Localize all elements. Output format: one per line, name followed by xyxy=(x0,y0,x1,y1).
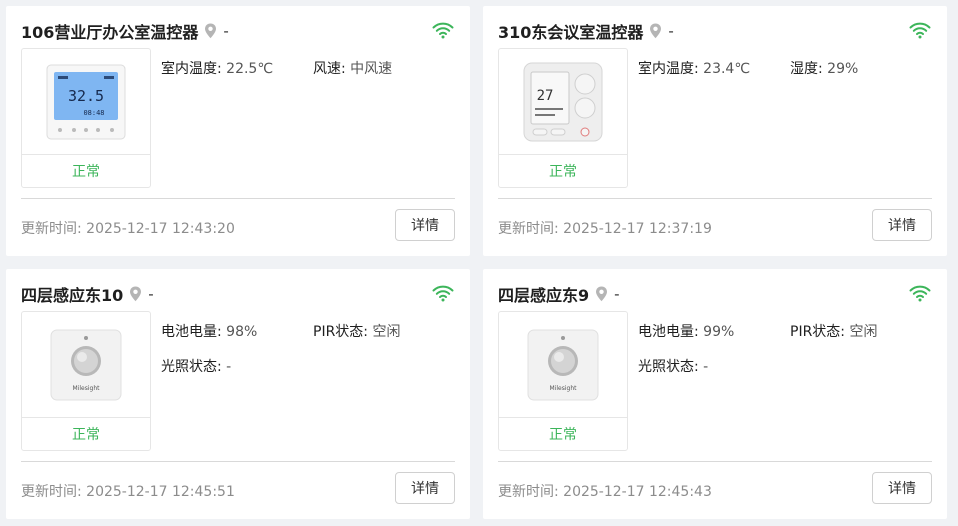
device-status: 正常 xyxy=(499,154,627,187)
property-value: - xyxy=(226,359,232,375)
property-item: 电池电量: 99% xyxy=(638,321,734,341)
updated-time: 更新时间: 2025-12-17 12:37:19 xyxy=(498,218,712,238)
property-key: 室内温度: xyxy=(161,61,222,77)
device-title: 四层感应东10 xyxy=(21,286,124,305)
card-header: 106营业厅办公室温控器 - xyxy=(21,20,229,42)
sensor-brand-text: Milesight xyxy=(73,385,101,392)
updated-time: 更新时间: 2025-12-17 12:43:20 xyxy=(21,218,235,238)
updated-label: 更新时间: xyxy=(21,484,82,500)
property-value: 99% xyxy=(703,324,735,340)
card-divider xyxy=(498,198,932,199)
property-item: 室内温度: 23.4℃ xyxy=(638,58,750,78)
wifi-signal-icon xyxy=(909,22,931,39)
wifi-signal-icon xyxy=(432,285,454,302)
property-value: - xyxy=(703,359,709,375)
device-status: 正常 xyxy=(499,417,627,450)
device-location: - xyxy=(668,22,674,40)
device-status: 正常 xyxy=(22,417,150,450)
device-location: - xyxy=(148,285,154,303)
property-item: 湿度: 29% xyxy=(790,58,858,78)
card-divider xyxy=(21,461,455,462)
property-value: 空闲 xyxy=(849,324,878,340)
thermostat-panel-icon: 27 xyxy=(523,62,603,141)
device-location: - xyxy=(614,285,620,303)
property-value: 23.4℃ xyxy=(703,61,751,77)
lcd-temperature-text: 32.5 xyxy=(68,87,104,105)
thermostat-lcd-icon: 32.5 08:48 xyxy=(46,64,126,139)
lcd-time-text: 08:48 xyxy=(83,109,104,117)
device-card: 四层感应东10 - Milesight 正常 电池电量: 98% PIR状态: … xyxy=(6,269,470,519)
device-thumbnail[interactable]: 32.5 08:48 正常 xyxy=(21,48,151,188)
device-card: 四层感应东9 - Milesight 正常 电池电量: 99% PIR状态: 空… xyxy=(483,269,947,519)
location-pin-icon xyxy=(130,286,142,302)
card-header: 四层感应东10 - xyxy=(21,283,154,305)
detail-button[interactable]: 详情 xyxy=(395,472,455,504)
wifi-signal-icon xyxy=(432,22,454,39)
property-key: 湿度: xyxy=(790,61,823,77)
property-item: PIR状态: 空闲 xyxy=(790,321,877,341)
property-key: 室内温度: xyxy=(638,61,699,77)
card-divider xyxy=(498,461,932,462)
card-header: 310东会议室温控器 - xyxy=(498,20,674,42)
updated-label: 更新时间: xyxy=(21,221,82,237)
property-key: 光照状态: xyxy=(161,359,222,375)
updated-label: 更新时间: xyxy=(498,221,559,237)
property-key: 电池电量: xyxy=(638,324,699,340)
pir-sensor-icon: Milesight xyxy=(527,329,599,400)
device-status: 正常 xyxy=(22,154,150,187)
device-image: 32.5 08:48 xyxy=(22,49,150,154)
detail-button[interactable]: 详情 xyxy=(872,209,932,241)
updated-value: 2025-12-17 12:43:20 xyxy=(86,221,235,237)
location-pin-icon xyxy=(205,23,217,39)
sensor-brand-text: Milesight xyxy=(550,385,578,392)
updated-value: 2025-12-17 12:45:51 xyxy=(86,484,235,500)
property-value: 中风速 xyxy=(350,61,393,77)
device-card: 106营业厅办公室温控器 - 32.5 08:48 正常 室内温度: 22.5℃… xyxy=(6,6,470,256)
property-item: 光照状态: - xyxy=(161,356,231,376)
property-value: 22.5℃ xyxy=(226,61,274,77)
device-card: 310东会议室温控器 - 27 正常 室内温度: 23.4℃ 湿度: 29% 更… xyxy=(483,6,947,256)
card-header: 四层感应东9 - xyxy=(498,283,620,305)
updated-value: 2025-12-17 12:45:43 xyxy=(563,484,712,500)
device-thumbnail[interactable]: Milesight 正常 xyxy=(498,311,628,451)
property-key: PIR状态: xyxy=(790,324,846,340)
updated-value: 2025-12-17 12:37:19 xyxy=(563,221,712,237)
device-title: 106营业厅办公室温控器 xyxy=(21,23,199,42)
device-thumbnail[interactable]: Milesight 正常 xyxy=(21,311,151,451)
property-item: 电池电量: 98% xyxy=(161,321,257,341)
device-image: Milesight xyxy=(22,312,150,417)
updated-time: 更新时间: 2025-12-17 12:45:43 xyxy=(498,481,712,501)
device-title: 四层感应东9 xyxy=(498,286,590,305)
property-item: 光照状态: - xyxy=(638,356,708,376)
property-key: 光照状态: xyxy=(638,359,699,375)
property-value: 空闲 xyxy=(372,324,401,340)
detail-button[interactable]: 详情 xyxy=(395,209,455,241)
property-value: 98% xyxy=(226,324,258,340)
property-value: 29% xyxy=(827,61,859,77)
device-location: - xyxy=(223,22,229,40)
device-title: 310东会议室温控器 xyxy=(498,23,644,42)
wifi-signal-icon xyxy=(909,285,931,302)
updated-time: 更新时间: 2025-12-17 12:45:51 xyxy=(21,481,235,501)
detail-button[interactable]: 详情 xyxy=(872,472,932,504)
device-card-grid: 106营业厅办公室温控器 - 32.5 08:48 正常 室内温度: 22.5℃… xyxy=(0,0,958,526)
property-key: 风速: xyxy=(313,61,346,77)
device-thumbnail[interactable]: 27 正常 xyxy=(498,48,628,188)
property-item: PIR状态: 空闲 xyxy=(313,321,400,341)
device-image: 27 xyxy=(499,49,627,154)
panel-temperature-text: 27 xyxy=(537,88,554,104)
location-pin-icon xyxy=(650,23,662,39)
card-divider xyxy=(21,198,455,199)
property-item: 室内温度: 22.5℃ xyxy=(161,58,273,78)
location-pin-icon xyxy=(596,286,608,302)
pir-sensor-icon: Milesight xyxy=(50,329,122,400)
property-key: 电池电量: xyxy=(161,324,222,340)
property-item: 风速: 中风速 xyxy=(313,58,392,78)
property-key: PIR状态: xyxy=(313,324,369,340)
updated-label: 更新时间: xyxy=(498,484,559,500)
device-image: Milesight xyxy=(499,312,627,417)
